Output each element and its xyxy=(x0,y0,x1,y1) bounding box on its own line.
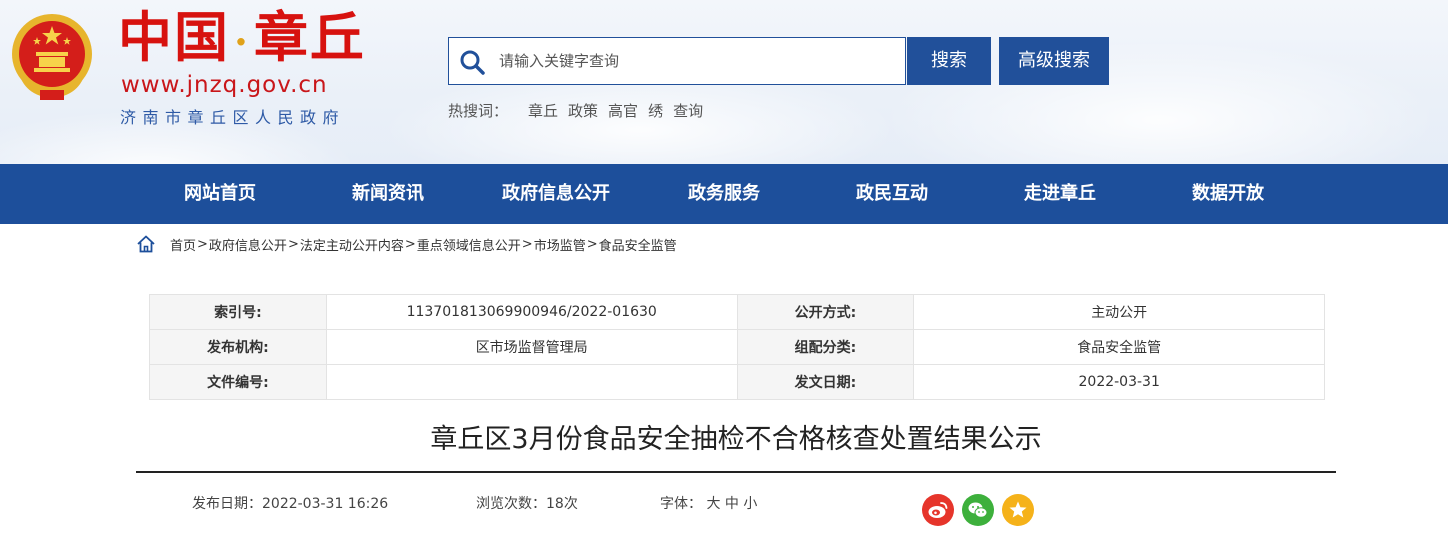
nav-item-open-data[interactable]: 数据开放 xyxy=(1192,164,1264,224)
nav-item-interaction[interactable]: 政民互动 xyxy=(856,164,928,224)
site-brand-title[interactable]: 中国 ·章丘 xyxy=(118,2,366,72)
table-row: 发布机构: 区市场监督管理局 组配分类: 食品安全监管 xyxy=(149,329,1325,365)
font-size-small-button[interactable]: 小 xyxy=(743,496,757,512)
nav-item-about[interactable]: 走进章丘 xyxy=(1024,164,1096,224)
font-size-switcher: 字体： 大 中 小 xyxy=(660,494,757,514)
breadcrumb-separator: > xyxy=(521,236,533,252)
breadcrumb-link-statutory[interactable]: 法定主动公开内容 xyxy=(300,235,404,254)
search-input[interactable] xyxy=(499,38,899,84)
publish-mode-value: 主动公开 xyxy=(913,294,1325,330)
view-count-value: 18次 xyxy=(546,496,578,512)
index-number-value: 113701813069900946/2022-01630 xyxy=(325,294,738,330)
hot-word-link[interactable]: 绣 xyxy=(648,100,663,121)
brand-title-dot: · xyxy=(234,19,250,66)
favorite-star-icon xyxy=(1009,501,1027,518)
issue-date-label: 发文日期: xyxy=(736,364,915,400)
hot-word-link[interactable]: 高官 xyxy=(608,100,638,121)
view-count: 浏览次数：18次 xyxy=(476,494,578,514)
search-icon[interactable] xyxy=(459,49,485,75)
publish-date-label: 发布日期： xyxy=(192,496,262,512)
nav-item-home[interactable]: 网站首页 xyxy=(184,164,256,224)
category-value: 食品安全监管 xyxy=(913,329,1325,365)
main-navigation: 网站首页 新闻资讯 政府信息公开 政务服务 政民互动 走进章丘 数据开放 xyxy=(0,164,1448,224)
government-name: 济南市章丘区人民政府 xyxy=(120,108,346,127)
hot-search-words: 热搜词： 章丘 政策 高官 绣 查询 xyxy=(448,100,703,121)
breadcrumb-link-home[interactable]: 首页 xyxy=(170,235,196,254)
issue-date-value: 2022-03-31 xyxy=(913,364,1325,400)
site-url: www.jnzq.gov.cn xyxy=(121,72,328,98)
document-info-table: 索引号: 113701813069900946/2022-01630 公开方式:… xyxy=(149,294,1325,400)
nav-item-gov-info[interactable]: 政府信息公开 xyxy=(502,164,610,224)
breadcrumb-link-food-safety[interactable]: 食品安全监管 xyxy=(599,235,677,254)
search-box xyxy=(448,37,906,85)
breadcrumb-link-key-areas[interactable]: 重点领域信息公开 xyxy=(417,235,521,254)
article-title: 章丘区3月份食品安全抽检不合格核查处置结果公示 xyxy=(430,424,1042,455)
breadcrumb-link-gov-info[interactable]: 政府信息公开 xyxy=(209,235,287,254)
hot-word-link[interactable]: 章丘 xyxy=(528,100,558,121)
issuing-org-label: 发布机构: xyxy=(149,329,327,365)
breadcrumb-separator: > xyxy=(287,236,299,252)
breadcrumb-separator: > xyxy=(586,236,598,252)
site-header: 中国·章丘 www.jnzq.gov.cn 济南市章丘区人民政府 搜索 高级搜索… xyxy=(0,0,1448,164)
category-label: 组配分类: xyxy=(736,329,915,365)
weibo-icon xyxy=(928,502,948,518)
document-number-label: 文件编号: xyxy=(149,364,327,400)
advanced-search-button[interactable]: 高级搜索 xyxy=(999,37,1109,85)
publish-date-value: 2022-03-31 16:26 xyxy=(262,496,389,512)
font-size-label: 字体： xyxy=(660,496,702,512)
share-wechat-button[interactable] xyxy=(962,494,994,526)
hot-search-label: 热搜词： xyxy=(448,102,509,120)
view-count-label: 浏览次数： xyxy=(476,496,546,512)
share-weibo-button[interactable] xyxy=(922,494,954,526)
nav-item-news[interactable]: 新闻资讯 xyxy=(352,164,424,224)
share-favorite-button[interactable] xyxy=(1002,494,1034,526)
document-number-value xyxy=(325,364,738,400)
table-row: 文件编号: 发文日期: 2022-03-31 xyxy=(149,364,1325,400)
hot-word-link[interactable]: 查询 xyxy=(673,100,703,121)
breadcrumb-separator: > xyxy=(197,236,208,252)
brand-title-china: 中国 xyxy=(118,5,230,69)
breadcrumb-separator: > xyxy=(404,236,416,252)
hot-word-link[interactable]: 政策 xyxy=(568,100,598,121)
breadcrumb: 首页 > 政府信息公开 > 法定主动公开内容 > 重点领域信息公开 > 市场监管 > 食品安全监管 xyxy=(136,232,677,256)
font-size-medium-button[interactable]: 中 xyxy=(725,496,739,512)
publish-mode-label: 公开方式: xyxy=(736,294,915,330)
national-emblem-logo xyxy=(12,14,92,100)
publish-date: 发布日期：2022-03-31 16:26 xyxy=(192,494,388,514)
wechat-icon xyxy=(968,502,988,518)
nav-item-services[interactable]: 政务服务 xyxy=(688,164,760,224)
search-button[interactable]: 搜索 xyxy=(907,37,991,85)
font-size-large-button[interactable]: 大 xyxy=(706,496,720,512)
table-row: 索引号: 113701813069900946/2022-01630 公开方式:… xyxy=(149,294,1325,330)
index-number-label: 索引号: xyxy=(149,294,327,330)
title-divider xyxy=(136,471,1336,473)
breadcrumb-link-market[interactable]: 市场监管 xyxy=(534,235,586,254)
brand-title-zhangqiu: 章丘 xyxy=(253,5,366,69)
issuing-org-value: 区市场监督管理局 xyxy=(325,329,738,365)
home-icon xyxy=(137,235,155,253)
